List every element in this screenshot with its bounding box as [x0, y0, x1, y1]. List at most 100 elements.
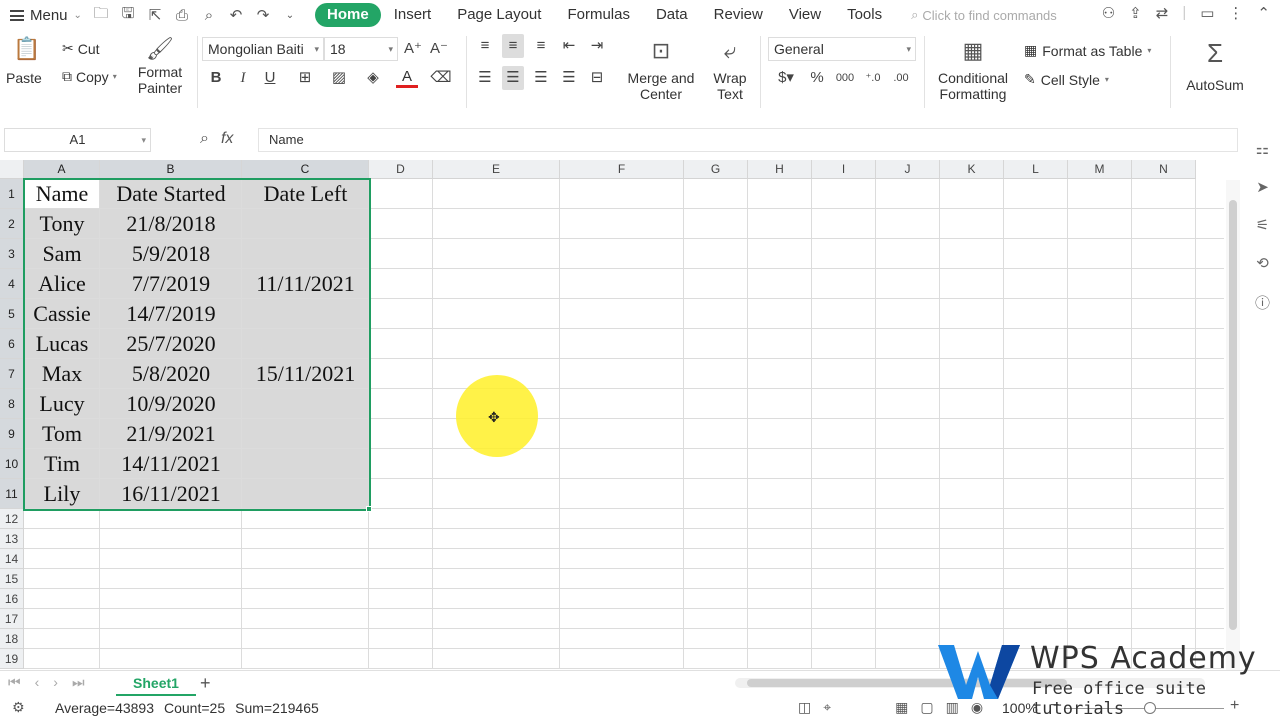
prev-sheet-icon[interactable]: ‹	[35, 674, 40, 691]
row-header-4[interactable]: 4	[0, 269, 24, 299]
row-header-11[interactable]: 11	[0, 479, 24, 509]
column-header-e[interactable]: E	[433, 160, 560, 179]
format-as-table-button[interactable]: ▦ Format as Table ▾	[1024, 42, 1151, 59]
vertical-scrollbar[interactable]	[1226, 180, 1240, 670]
decrease-indent-icon[interactable]: ⇤	[558, 34, 580, 58]
next-sheet-icon[interactable]: ›	[53, 674, 58, 691]
column-header-h[interactable]: H	[748, 160, 812, 179]
row-header-7[interactable]: 7	[0, 359, 24, 389]
row-header-1[interactable]: 1	[0, 179, 24, 209]
column-header-c[interactable]: C	[242, 160, 369, 179]
row-header-2[interactable]: 2	[0, 209, 24, 239]
align-bottom-icon[interactable]: ≡	[530, 34, 552, 58]
print-preview-icon[interactable]: ⌕	[200, 7, 218, 24]
last-sheet-icon[interactable]: ⏭	[72, 674, 85, 691]
column-header-l[interactable]: L	[1004, 160, 1068, 179]
wrap-text-button[interactable]: ⤶ Wrap Text	[708, 38, 752, 102]
save-icon[interactable]: 🖫	[119, 3, 137, 28]
italic-button[interactable]: I	[232, 66, 254, 90]
format-painter-button[interactable]: 🖌 Format Painter	[134, 36, 186, 96]
collapse-ribbon-icon[interactable]: ⌃	[1257, 4, 1270, 22]
redo-icon[interactable]: ↷	[254, 6, 272, 24]
row-header-17[interactable]: 17	[0, 609, 24, 629]
spreadsheet-grid[interactable]: A B C D E F G H I J K L M N 1 2 3 4 5 6 7 8 9 10 11 12 13 14 15 16 17 1…	[0, 160, 1224, 670]
cell-style-button[interactable]: ✎ Cell Style ▾	[1024, 71, 1109, 88]
merge-center-button[interactable]: ⊡ Merge and Center	[622, 38, 700, 102]
tab-formulas[interactable]: Formulas	[554, 3, 643, 27]
tab-insert[interactable]: Insert	[381, 3, 445, 27]
add-sheet-icon[interactable]: +	[200, 673, 211, 694]
font-size-select[interactable]: 18 ▾	[324, 37, 398, 61]
settings-sliders-icon[interactable]: ⚟	[1256, 216, 1269, 234]
cell-fill-pattern-icon[interactable]: ▨	[328, 66, 350, 90]
customize-chevron-icon[interactable]: ⌄	[281, 10, 299, 21]
print-icon[interactable]: ⎙	[173, 7, 191, 24]
column-header-k[interactable]: K	[940, 160, 1004, 179]
conditional-formatting-button[interactable]: ▦ Conditional Formatting	[930, 38, 1016, 102]
copy-button[interactable]: ⧉ Copy ▾	[62, 68, 117, 85]
tab-data[interactable]: Data	[643, 3, 701, 27]
bold-button[interactable]: B	[205, 66, 227, 90]
column-header-i[interactable]: I	[812, 160, 876, 179]
tab-home[interactable]: Home	[315, 3, 381, 27]
row-header-18[interactable]: 18	[0, 629, 24, 649]
reading-mode-icon[interactable]: ◫	[798, 699, 811, 716]
percent-button[interactable]: %	[806, 66, 828, 90]
row-header-10[interactable]: 10	[0, 449, 24, 479]
decrease-font-icon[interactable]: A⁻	[428, 37, 450, 61]
fill-handle[interactable]	[366, 506, 372, 512]
select-pointer-icon[interactable]: ➤	[1256, 178, 1269, 196]
tab-review[interactable]: Review	[701, 3, 776, 27]
first-sheet-icon[interactable]: ⏮	[8, 674, 21, 691]
sync-icon[interactable]: ⇄	[1156, 4, 1169, 22]
more-icon[interactable]: ⋮	[1228, 4, 1243, 22]
command-search[interactable]: ⌕ Click to find commands	[911, 7, 1057, 23]
row-header-16[interactable]: 16	[0, 589, 24, 609]
align-top-icon[interactable]: ≡	[474, 34, 496, 58]
page-layout-icon[interactable]: ▢	[920, 699, 933, 716]
row-header-8[interactable]: 8	[0, 389, 24, 419]
share-icon[interactable]: ⇪	[1129, 4, 1142, 22]
increase-font-icon[interactable]: A⁺	[402, 37, 424, 61]
tab-page-layout[interactable]: Page Layout	[444, 3, 554, 27]
column-header-j[interactable]: J	[876, 160, 940, 179]
row-header-19[interactable]: 19	[0, 649, 24, 669]
align-middle-icon[interactable]: ≡	[502, 34, 524, 58]
eye-protection-icon[interactable]: ◉	[971, 699, 983, 716]
underline-button[interactable]: U	[259, 66, 281, 90]
row-header-5[interactable]: 5	[0, 299, 24, 329]
column-header-d[interactable]: D	[369, 160, 433, 179]
row-header-6[interactable]: 6	[0, 329, 24, 359]
macro-icon[interactable]: ⚙	[12, 699, 25, 716]
paste-button[interactable]: 📋 Paste	[6, 36, 48, 86]
justify-icon[interactable]: ☰	[558, 66, 580, 90]
column-header-a[interactable]: A	[24, 160, 100, 179]
property-panel-icon[interactable]: ⚏	[1256, 140, 1269, 158]
increase-indent-icon[interactable]: ⇥	[586, 34, 608, 58]
align-right-icon[interactable]: ☰	[530, 66, 552, 90]
cut-button[interactable]: ✂ Cut	[62, 40, 100, 57]
help-icon[interactable]: ⓘ	[1255, 292, 1270, 313]
column-header-n[interactable]: N	[1132, 160, 1196, 179]
increase-decimal-icon[interactable]: ⁺.0	[862, 66, 884, 90]
row-header-3[interactable]: 3	[0, 239, 24, 269]
column-header-g[interactable]: G	[684, 160, 748, 179]
eraser-icon[interactable]: ⌫	[430, 66, 452, 90]
number-format-select[interactable]: General ▾	[768, 37, 916, 61]
fill-color-icon[interactable]: ◈	[362, 66, 384, 90]
row-header-9[interactable]: 9	[0, 419, 24, 449]
autosum-button[interactable]: Σ AutoSum	[1180, 38, 1250, 93]
history-icon[interactable]: ⟲	[1256, 254, 1269, 272]
align-left-icon[interactable]: ☰	[474, 66, 496, 90]
undo-icon[interactable]: ↶	[227, 6, 245, 24]
formula-input[interactable]: Name	[258, 128, 1238, 152]
comment-icon[interactable]: ▭	[1200, 4, 1214, 22]
sheet-tab-sheet1[interactable]: Sheet1	[116, 671, 196, 696]
row-header-14[interactable]: 14	[0, 549, 24, 569]
currency-icon[interactable]: $▾	[772, 66, 800, 90]
column-header-b[interactable]: B	[100, 160, 242, 179]
row-header-15[interactable]: 15	[0, 569, 24, 589]
font-name-select[interactable]: Mongolian Baiti ▾	[202, 37, 324, 61]
tab-view[interactable]: View	[776, 3, 834, 27]
function-icon[interactable]: fx	[221, 130, 233, 148]
